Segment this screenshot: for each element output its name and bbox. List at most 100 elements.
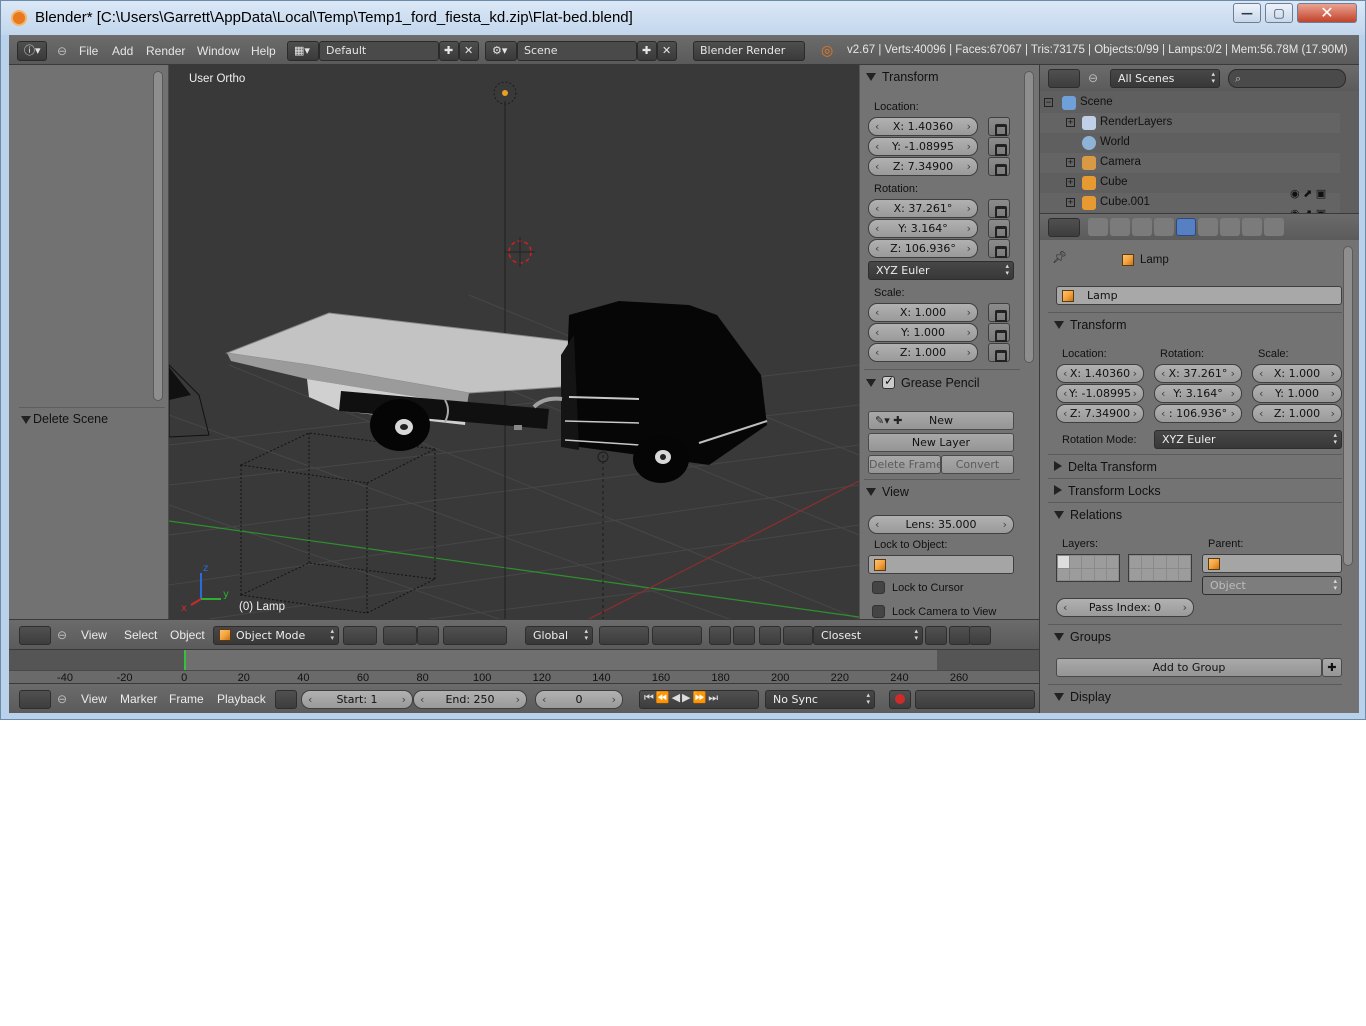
visibility-eye-icon[interactable]: ◉ ⬈ ▣: [1290, 187, 1326, 200]
scale-z-field[interactable]: Z: 1.000: [868, 343, 978, 362]
outliner-row-scene[interactable]: − Scene: [1040, 93, 1340, 113]
prop-location-y-field[interactable]: Y: -1.08995: [1056, 384, 1144, 403]
relations-panel-header[interactable]: Relations: [1054, 508, 1274, 528]
snap-align-icon[interactable]: [925, 626, 947, 645]
layers-grid-1[interactable]: [1056, 554, 1120, 582]
timeline-menu-frame[interactable]: Frame: [169, 692, 204, 706]
prop-scale-x-field[interactable]: X: 1.000: [1252, 364, 1342, 383]
parent-type-dropdown[interactable]: Object: [1202, 576, 1342, 595]
maximize-button[interactable]: ▢: [1265, 3, 1293, 23]
viewport-shading-icon[interactable]: [343, 626, 377, 645]
pivot-point-icon[interactable]: [383, 626, 417, 645]
outliner-row-world[interactable]: World: [1040, 133, 1340, 153]
snap-target-dropdown[interactable]: Closest: [813, 626, 923, 645]
transform-panel-header[interactable]: Transform: [1054, 318, 1204, 338]
menu-select[interactable]: Select: [124, 628, 157, 642]
layers-icon-2[interactable]: [652, 626, 702, 645]
location-x-field[interactable]: X: 1.40360: [868, 117, 978, 136]
physics-tab-icon[interactable]: [1264, 218, 1284, 236]
scene-field[interactable]: Scene: [517, 41, 637, 61]
snap-element-icon[interactable]: [783, 626, 813, 645]
3d-viewport[interactable]: z y x User Ortho (0) Lamp: [169, 65, 859, 619]
n-panel-scrollbar[interactable]: [1024, 71, 1034, 363]
mode-dropdown[interactable]: Object Mode: [213, 626, 339, 645]
render-tab-icon[interactable]: [1088, 218, 1108, 236]
prop-scale-y-field[interactable]: Y: 1.000: [1252, 384, 1342, 403]
timeline[interactable]: -40 -20 0 20 40 60 80 100 120 140 160 180 200 220 240 2…: [9, 649, 1039, 684]
snap-toggle-icon[interactable]: [759, 626, 781, 645]
editor-type-outliner-icon[interactable]: [1048, 69, 1080, 88]
expand-minus-icon[interactable]: −: [1044, 98, 1053, 107]
manipulator-types-icon[interactable]: [443, 626, 507, 645]
lock-rotation-x-icon[interactable]: [988, 199, 1010, 218]
pin-icon[interactable]: 📌︎: [1052, 250, 1067, 264]
texture-tab-icon[interactable]: [1242, 218, 1262, 236]
menu-help[interactable]: Help: [251, 44, 276, 58]
keying-set-field[interactable]: [915, 690, 1035, 709]
lock-scale-y-icon[interactable]: [988, 323, 1010, 342]
lock-location-x-icon[interactable]: [988, 117, 1010, 136]
prop-rotation-y-field[interactable]: Y: 3.164°: [1154, 384, 1242, 403]
menu-view[interactable]: View: [81, 628, 107, 642]
menu-file[interactable]: File: [79, 44, 98, 58]
playback-controls[interactable]: ⏮⏪◀▶⏩⏭: [639, 690, 759, 709]
prop-rotation-x-field[interactable]: X: 37.261°: [1154, 364, 1242, 383]
screen-layout-icon[interactable]: ▦▾: [287, 41, 319, 61]
menu-add[interactable]: Add: [112, 44, 133, 58]
add-layout-icon[interactable]: ✚: [439, 41, 459, 61]
rotation-z-field[interactable]: Z: 106.936°: [868, 239, 978, 258]
prop-rotation-mode-dropdown[interactable]: XYZ Euler: [1154, 430, 1342, 449]
scale-y-field[interactable]: Y: 1.000: [868, 323, 978, 342]
prop-rotation-z-field[interactable]: : 106.936°: [1154, 404, 1242, 423]
render-layers-tab-icon[interactable]: [1110, 218, 1130, 236]
prop-scale-z-field[interactable]: Z: 1.000: [1252, 404, 1342, 423]
outliner-display-dropdown[interactable]: All Scenes: [1110, 69, 1220, 88]
new-layer-button[interactable]: New Layer: [868, 433, 1014, 452]
world-tab-icon[interactable]: [1154, 218, 1174, 236]
render-preview-icon[interactable]: [949, 626, 971, 645]
transform-panel-header[interactable]: Transform: [866, 70, 1016, 90]
menu-render[interactable]: Render: [146, 44, 185, 58]
current-frame-field[interactable]: 0: [535, 690, 623, 709]
outliner-row-renderlayers[interactable]: + RenderLayers: [1040, 113, 1340, 133]
expand-plus-icon[interactable]: +: [1066, 178, 1075, 187]
convert-button[interactable]: Convert: [941, 455, 1014, 474]
constraints-tab-icon[interactable]: [1198, 218, 1218, 236]
timeline-playhead[interactable]: [184, 650, 186, 670]
expand-plus-icon[interactable]: +: [1066, 158, 1075, 167]
layers-grid-2[interactable]: [1128, 554, 1192, 582]
sync-mode-dropdown[interactable]: No Sync: [765, 690, 875, 709]
object-tab-icon[interactable]: [1176, 218, 1196, 236]
display-panel-header[interactable]: Display: [1054, 690, 1274, 710]
record-icon[interactable]: [889, 690, 911, 709]
timeline-menu-view[interactable]: View: [81, 692, 107, 706]
lens-field[interactable]: Lens: 35.000: [868, 515, 1014, 534]
flatbed-truck[interactable]: [225, 301, 768, 483]
expand-plus-icon[interactable]: +: [1066, 198, 1075, 207]
proportional-edit-icon[interactable]: [733, 626, 755, 645]
lock-camera-to-view-checkbox[interactable]: [872, 605, 885, 618]
lock-location-z-icon[interactable]: [988, 157, 1010, 176]
menu-window[interactable]: Window: [197, 44, 240, 58]
expand-plus-icon[interactable]: +: [1066, 118, 1075, 127]
dashed-bounding-box[interactable]: [239, 432, 437, 614]
editor-type-properties-icon[interactable]: [1048, 218, 1080, 237]
delta-transform-panel-header[interactable]: Delta Transform: [1054, 460, 1274, 480]
lock-to-object-field[interactable]: [868, 555, 1014, 574]
scale-x-field[interactable]: X: 1.000: [868, 303, 978, 322]
delete-layout-icon[interactable]: ✕: [459, 41, 479, 61]
scene-icon[interactable]: ⚙▾: [485, 41, 517, 61]
screen-layout-field[interactable]: Default: [319, 41, 439, 61]
editor-type-info-icon[interactable]: ⓘ▾: [17, 41, 47, 61]
outliner-row-camera[interactable]: + Camera: [1040, 153, 1340, 173]
layers-icon[interactable]: [599, 626, 649, 645]
lock-rotation-y-icon[interactable]: [988, 219, 1010, 238]
rotation-mode-dropdown[interactable]: XYZ Euler: [868, 261, 1014, 280]
lock-scale-x-icon[interactable]: [988, 303, 1010, 322]
grease-pencil-checkbox[interactable]: [882, 374, 895, 389]
lock-location-y-icon[interactable]: [988, 137, 1010, 156]
layer-lock-icon[interactable]: [709, 626, 731, 645]
timeline-menu-marker[interactable]: Marker: [120, 692, 157, 706]
preview-range-icon[interactable]: [275, 690, 297, 709]
grease-pencil-panel-header[interactable]: Grease Pencil: [866, 374, 1016, 396]
